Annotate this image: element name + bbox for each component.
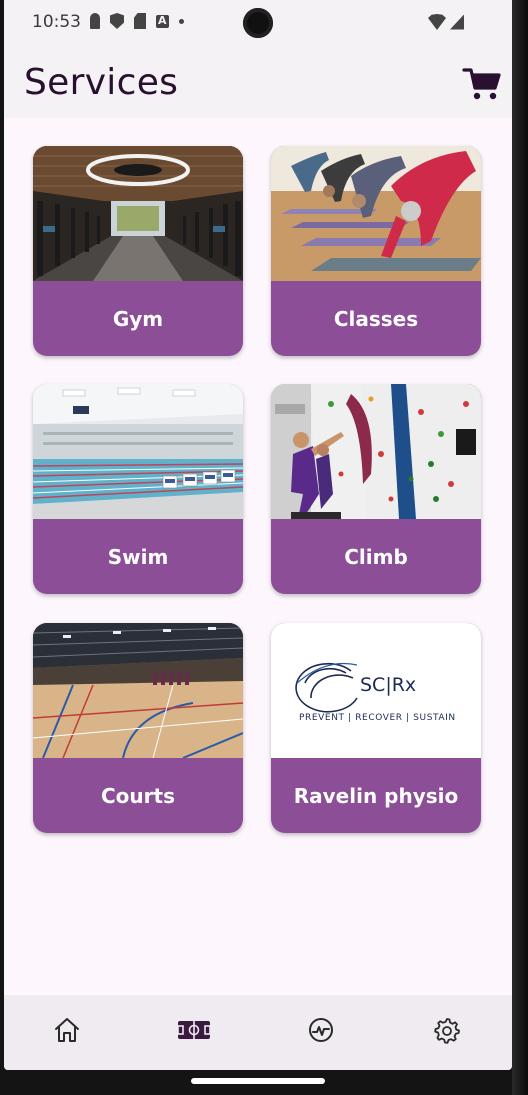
nav-settings[interactable] [427, 1013, 467, 1047]
cart-button[interactable] [462, 66, 502, 102]
sports-hall-photo [33, 623, 243, 758]
status-right-icons [428, 14, 464, 30]
logo-brand: SC|Rx [360, 674, 417, 696]
app-bar: Services [4, 46, 512, 118]
nav-activity[interactable] [301, 1013, 341, 1047]
shield-icon [110, 13, 124, 29]
stadium-icon [177, 1021, 211, 1039]
signal-icon [450, 14, 464, 30]
phone-frame: 10:53 Services [0, 0, 528, 1095]
service-card-label: Climb [344, 544, 408, 569]
service-card-classes[interactable]: Classes [271, 146, 481, 356]
status-bar: 10:53 [4, 0, 512, 46]
home-icon [55, 1018, 79, 1042]
service-card-gym[interactable]: Gym [33, 146, 243, 356]
a-icon [156, 14, 169, 28]
service-card-label: Ravelin physio [293, 783, 459, 808]
nav-services[interactable] [174, 1013, 214, 1047]
logo-tagline: PREVENT | RECOVER | SUSTAIN [299, 713, 456, 723]
person-icon [90, 13, 100, 29]
service-card-ravelin-physio[interactable]: SC|Rx PREVENT | RECOVER | SUSTAIN Raveli… [271, 623, 481, 833]
service-card-label: Swim [107, 544, 169, 569]
dot-icon [179, 18, 184, 24]
scrx-logo: SC|Rx PREVENT | RECOVER | SUSTAIN [271, 623, 481, 758]
settings-icon [434, 1018, 460, 1044]
gym-photo [33, 146, 243, 281]
service-card-label: Classes [333, 306, 419, 331]
page-title: Services [24, 62, 179, 103]
wifi-icon [428, 14, 446, 30]
status-time: 10:53 [32, 12, 81, 32]
service-card-label: Gym [112, 306, 164, 331]
bottom-navigation [4, 995, 512, 1070]
right-bezel [512, 0, 528, 1095]
camera-hole [243, 8, 273, 38]
status-icons [90, 13, 184, 29]
service-card-climb[interactable]: Climb [271, 384, 481, 594]
service-card-swim[interactable]: Swim [33, 384, 243, 594]
screen: 10:53 Services [4, 0, 512, 1070]
swimming-pool-photo [33, 384, 243, 519]
cart-icon [462, 68, 501, 100]
activity-icon [309, 1018, 333, 1042]
home-indicator[interactable] [191, 1078, 325, 1084]
service-card-label: Courts [101, 783, 175, 808]
climbing-wall-photo [271, 384, 481, 519]
service-card-courts[interactable]: Courts [33, 623, 243, 833]
nav-home[interactable] [47, 1013, 87, 1047]
sd-card-icon [134, 13, 146, 29]
yoga-class-photo [271, 146, 481, 281]
